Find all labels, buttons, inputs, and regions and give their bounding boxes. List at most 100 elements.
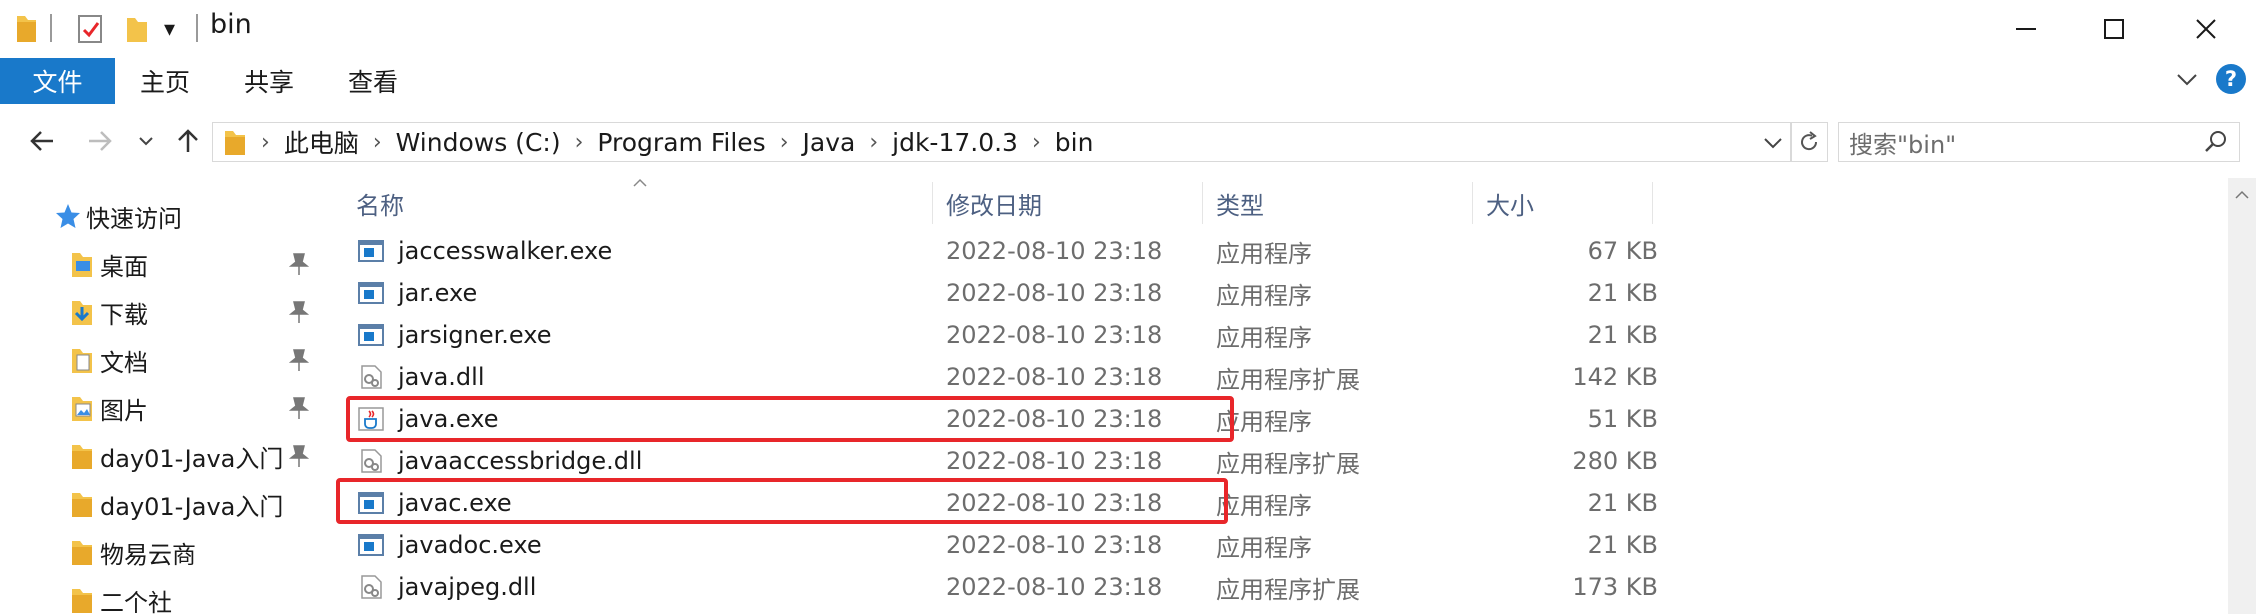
- file-size: 280 KB: [1572, 447, 1658, 475]
- sidebar-quick-access[interactable]: 快速访问: [54, 196, 182, 236]
- breadcrumb-chevron-icon[interactable]: ›: [575, 130, 584, 155]
- file-row[interactable]: javaaccessbridge.dll 2022-08-10 23:18 应用…: [320, 440, 1660, 482]
- help-button[interactable]: ?: [2216, 64, 2246, 94]
- minimize-icon: [2016, 28, 2036, 30]
- sidebar-item-wuyi[interactable]: 物易云商: [68, 532, 196, 572]
- column-divider[interactable]: [1652, 182, 1653, 224]
- back-button[interactable]: [22, 122, 62, 160]
- sidebar-item-desktop[interactable]: 桌面: [68, 244, 148, 284]
- sort-ascending-icon: [633, 178, 647, 187]
- file-size: 67 KB: [1587, 237, 1658, 265]
- sidebar-item-pictures[interactable]: 图片: [68, 388, 148, 428]
- maximize-button[interactable]: [2068, 0, 2160, 58]
- exe-icon: [358, 240, 384, 262]
- file-type: 应用程序扩展: [1216, 449, 1360, 478]
- breadcrumb-chevron-icon[interactable]: ›: [869, 130, 878, 155]
- file-row[interactable]: jarsigner.exe 2022-08-10 23:18 应用程序 21 K…: [320, 314, 1660, 356]
- tab-share[interactable]: 共享: [244, 58, 294, 104]
- file-date: 2022-08-10 23:18: [946, 321, 1163, 349]
- file-name: javajpeg.dll: [398, 573, 537, 601]
- breadcrumb-chevron-icon[interactable]: ›: [373, 130, 382, 155]
- breadcrumb-chevron-icon[interactable]: ›: [1032, 130, 1041, 155]
- arrow-up-icon: [178, 129, 198, 152]
- folder-icon: [17, 16, 36, 42]
- close-button[interactable]: [2160, 0, 2252, 58]
- forward-button[interactable]: [80, 122, 120, 160]
- breadcrumb-drive-c[interactable]: Windows (C:): [396, 128, 561, 157]
- file-date: 2022-08-10 23:18: [946, 573, 1163, 601]
- recent-locations-button[interactable]: [134, 122, 158, 160]
- file-size: 21 KB: [1587, 279, 1658, 307]
- navigation-bar: › 此电脑 › Windows (C:) › Program Files › J…: [0, 104, 2256, 178]
- pin-icon[interactable]: [288, 252, 310, 276]
- address-bar[interactable]: › 此电脑 › Windows (C:) › Program Files › J…: [212, 122, 1792, 162]
- tab-home[interactable]: 主页: [140, 58, 190, 104]
- pin-icon[interactable]: [288, 348, 310, 372]
- highlight-box-java-exe: [346, 396, 1234, 442]
- address-dropdown-icon[interactable]: [1763, 136, 1783, 150]
- file-name: jar.exe: [398, 279, 478, 307]
- chevron-down-icon: [139, 137, 153, 146]
- sidebar-item-partial[interactable]: 二个社: [68, 580, 172, 614]
- arrow-left-icon: [30, 131, 53, 151]
- file-size: 21 KB: [1587, 531, 1658, 559]
- scroll-up-icon[interactable]: [2234, 190, 2250, 200]
- folder-icon: [225, 131, 245, 155]
- breadcrumb-chevron-icon[interactable]: ›: [780, 130, 789, 155]
- column-divider[interactable]: [1202, 182, 1203, 224]
- file-row[interactable]: javajpeg.dll 2022-08-10 23:18 应用程序扩展 173…: [320, 566, 1660, 608]
- column-divider[interactable]: [1472, 182, 1473, 224]
- breadcrumb-this-pc[interactable]: 此电脑: [284, 124, 359, 160]
- file-row[interactable]: jaccesswalker.exe 2022-08-10 23:18 应用程序 …: [320, 230, 1660, 272]
- dll-icon: [361, 365, 382, 389]
- breadcrumb-jdk[interactable]: jdk-17.0.3: [892, 128, 1018, 157]
- file-row[interactable]: java.dll 2022-08-10 23:18 应用程序扩展 142 KB: [320, 356, 1660, 398]
- file-type: 应用程序: [1216, 323, 1312, 352]
- file-row[interactable]: javadoc.exe 2022-08-10 23:18 应用程序 21 KB: [320, 524, 1660, 566]
- file-name: jaccesswalker.exe: [398, 237, 613, 265]
- file-date: 2022-08-10 23:18: [946, 447, 1163, 475]
- arrow-right-icon: [89, 131, 112, 151]
- toolbar-separator: [50, 14, 52, 42]
- refresh-button[interactable]: [1790, 122, 1828, 162]
- column-header-type[interactable]: 类型: [1216, 182, 1264, 224]
- column-header-name[interactable]: 名称: [356, 182, 404, 224]
- file-name: jarsigner.exe: [398, 321, 552, 349]
- properties-icon[interactable]: [76, 12, 104, 46]
- breadcrumb-chevron-icon[interactable]: ›: [261, 130, 270, 155]
- up-button[interactable]: [170, 122, 206, 160]
- column-header-size[interactable]: 大小: [1486, 182, 1534, 224]
- breadcrumb-program-files[interactable]: Program Files: [597, 128, 765, 157]
- column-divider[interactable]: [932, 182, 933, 224]
- file-row[interactable]: jar.exe 2022-08-10 23:18 应用程序 21 KB: [320, 272, 1660, 314]
- tab-view[interactable]: 查看: [348, 58, 398, 104]
- search-input[interactable]: 搜索"bin": [1838, 122, 2240, 162]
- new-folder-icon[interactable]: [124, 12, 150, 46]
- file-size: 21 KB: [1587, 321, 1658, 349]
- breadcrumb-java[interactable]: Java: [803, 128, 856, 157]
- chevron-down-icon: ▾: [164, 16, 176, 42]
- file-date: 2022-08-10 23:18: [946, 531, 1163, 559]
- file-size: 142 KB: [1572, 363, 1658, 391]
- dll-icon: [361, 575, 382, 599]
- sidebar-item-downloads[interactable]: 下载: [68, 292, 148, 332]
- pin-icon[interactable]: [288, 444, 310, 468]
- sidebar-item-documents[interactable]: 文档: [68, 340, 148, 380]
- sidebar-item-day01[interactable]: day01-Java入门: [68, 484, 283, 524]
- customize-toolbar-dropdown[interactable]: ▾: [164, 12, 175, 46]
- exe-icon: [358, 324, 384, 346]
- expand-ribbon-icon[interactable]: [2176, 72, 2198, 88]
- file-date: 2022-08-10 23:18: [946, 237, 1163, 265]
- column-header-date[interactable]: 修改日期: [946, 182, 1042, 224]
- tab-file[interactable]: 文件: [0, 58, 115, 104]
- breadcrumb-bin[interactable]: bin: [1055, 128, 1094, 157]
- sidebar-item-day01-pinned[interactable]: day01-Java入门: [68, 436, 283, 476]
- pin-icon[interactable]: [288, 396, 310, 420]
- toolbar-separator: [196, 14, 198, 42]
- file-date: 2022-08-10 23:18: [946, 279, 1163, 307]
- pin-icon[interactable]: [288, 300, 310, 324]
- vertical-scrollbar[interactable]: [2228, 178, 2256, 614]
- file-name: javadoc.exe: [398, 531, 542, 559]
- file-list: 名称 修改日期 类型 大小 jaccesswalker.exe 2022-08-…: [320, 178, 2230, 614]
- minimize-button[interactable]: [1980, 0, 2072, 58]
